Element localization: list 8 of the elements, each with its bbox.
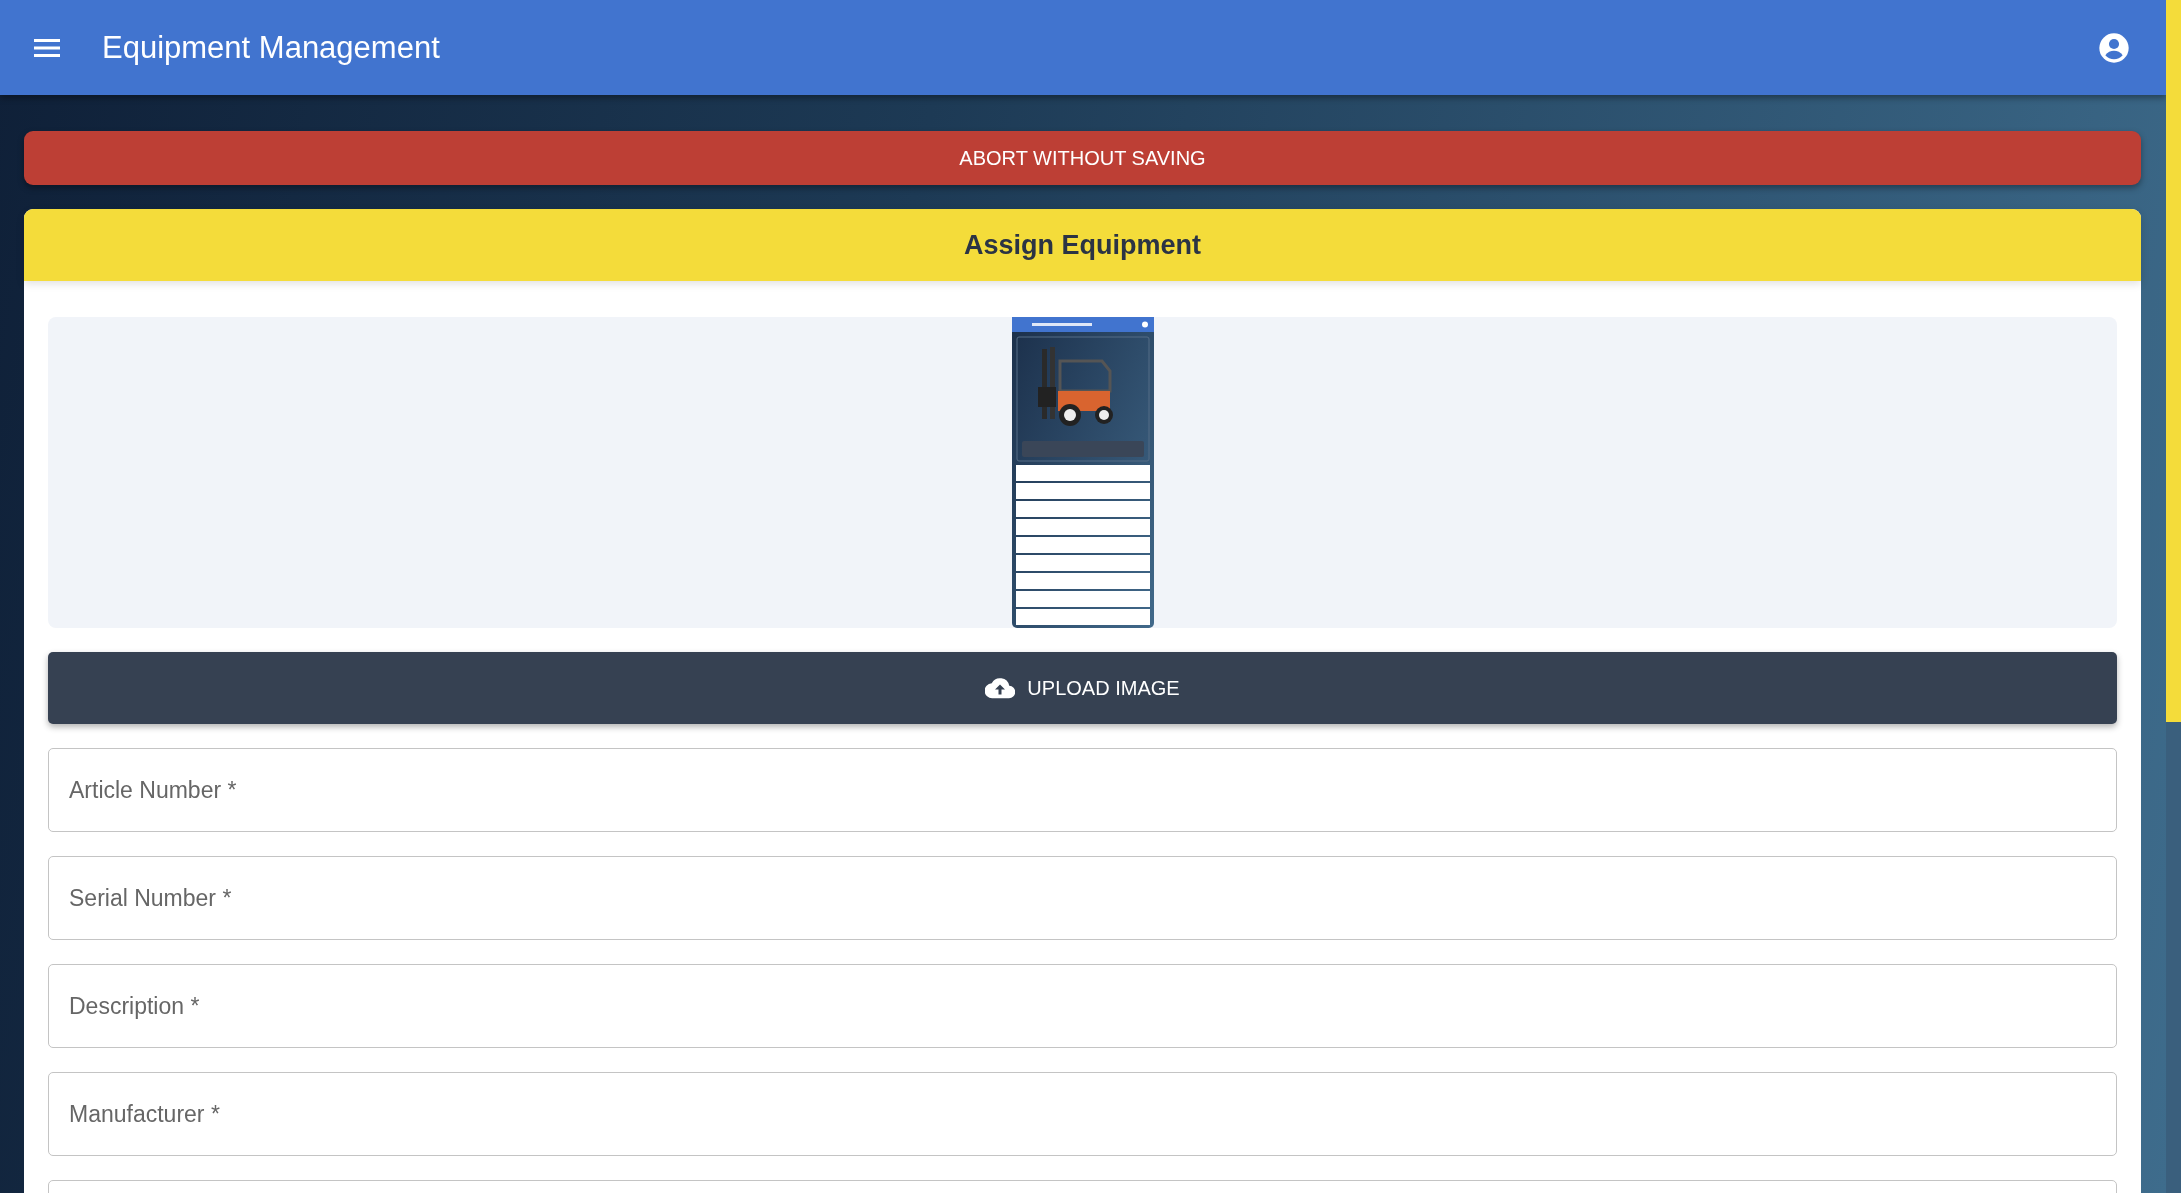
input-field[interactable]: Article Number * [48, 748, 2117, 832]
app-title: Equipment Management [102, 29, 441, 66]
input-field[interactable]: Manufacturer * [48, 1072, 2117, 1156]
input-field[interactable]: Description * [48, 964, 2117, 1048]
card-title: Assign Equipment [964, 229, 1201, 261]
upload-image-button[interactable]: UPLOAD IMAGE [48, 652, 2117, 724]
input-field[interactable]: Serial Number * [48, 856, 2117, 940]
abort-button[interactable]: ABORT WITHOUT SAVING [24, 131, 2141, 185]
